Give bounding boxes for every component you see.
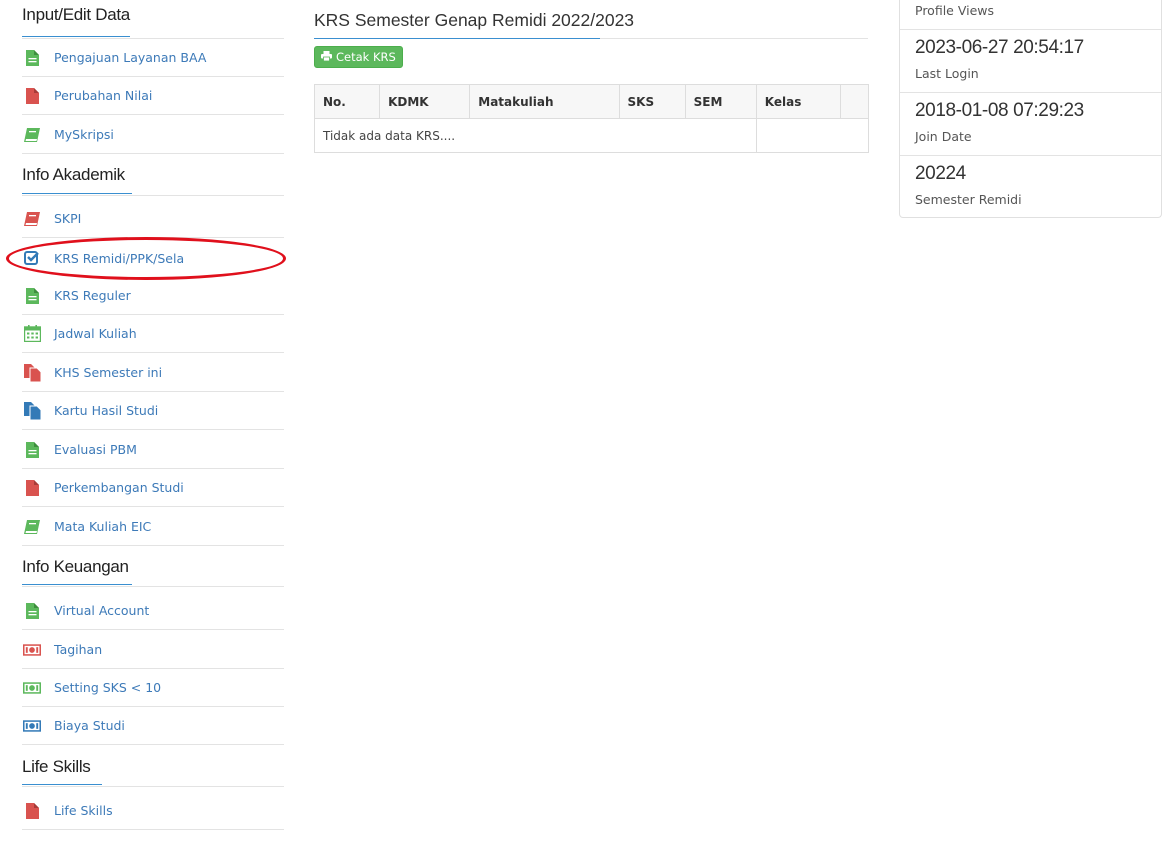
stats-panel: Profile Views 2023-06-27 20:54:17 Last L… (899, 0, 1162, 218)
stat-value: 20224 (915, 163, 966, 184)
money-icon (23, 717, 41, 735)
book-icon (23, 518, 41, 536)
table-cell (756, 119, 868, 153)
print-button-label: Cetak KRS (336, 50, 396, 64)
sidebar-item-virtual-account[interactable]: Virtual Account (22, 592, 284, 630)
files-icon (23, 363, 41, 382)
sidebar-item-label: Life Skills (54, 803, 113, 818)
book-icon (23, 210, 41, 228)
sidebar-item-label: MySkripsi (54, 127, 114, 142)
section-rule (22, 784, 102, 785)
sidebar-item-label: SKPI (54, 211, 82, 226)
section-title-info-keuangan: Info Keuangan (22, 557, 129, 576)
money-icon (23, 641, 41, 659)
stat-label: Last Login (915, 66, 979, 81)
sidebar-item-label: Pengajuan Layanan BAA (54, 50, 207, 65)
print-krs-button[interactable]: Cetak KRS (314, 46, 403, 68)
column-header-sem: SEM (685, 84, 757, 119)
check-square-icon (23, 249, 41, 267)
sidebar-item-label: Kartu Hasil Studi (54, 403, 159, 418)
sidebar-item-perkembangan-studi[interactable]: Perkembangan Studi (22, 469, 284, 507)
sidebar-item-kartu-hasil-studi[interactable]: Kartu Hasil Studi (22, 392, 284, 430)
column-header-kdmk: KDMK (379, 84, 471, 119)
sidebar-item-label: KRS Remidi/PPK/Sela (54, 250, 185, 266)
sidebar-item-skpi[interactable]: SKPI (22, 200, 284, 238)
section-title-input-edit-data: Input/Edit Data (22, 5, 130, 24)
sidebar-item-myskripsi[interactable]: MySkripsi (22, 116, 284, 154)
sidebar-item-label: Virtual Account (54, 603, 150, 618)
section-rule (22, 193, 132, 194)
file-icon (23, 602, 41, 620)
empty-message: Tidak ada data KRS.... (314, 118, 757, 153)
column-header-sks: SKS (619, 84, 686, 119)
sidebar-item-label: Tagihan (54, 642, 103, 657)
column-header-no: No. (314, 84, 381, 119)
files-icon (23, 401, 41, 420)
table-row: Tidak ada data KRS.... (314, 118, 869, 153)
file-icon (23, 802, 41, 820)
sidebar-item-label: Jadwal Kuliah (54, 326, 137, 341)
stat-profile-views: Profile Views (900, 0, 1161, 30)
stat-value: 2018-01-08 07:29:23 (915, 100, 1084, 121)
sidebar-item-evaluasi-pbm[interactable]: Evaluasi PBM (22, 431, 284, 469)
sidebar-item-biaya-studi[interactable]: Biaya Studi (22, 707, 284, 745)
table-header-row: No. KDMK Matakuliah SKS SEM Kelas (314, 84, 869, 119)
section-title-info-akademik: Info Akademik (22, 165, 125, 184)
money-icon (23, 679, 41, 697)
sidebar-item-khs-semester-ini[interactable]: KHS Semester ini (22, 354, 284, 392)
section-rule (22, 36, 130, 37)
sidebar-item-mata-kuliah-eic[interactable]: Mata Kuliah EIC (22, 508, 284, 546)
sidebar-item-perubahan-nilai[interactable]: Perubahan Nilai (22, 77, 284, 115)
file-icon (23, 87, 41, 105)
file-icon (23, 287, 41, 305)
stat-label: Profile Views (915, 3, 995, 18)
section-divider (22, 195, 284, 196)
sidebar-item-setting-sks[interactable]: Setting SKS < 10 (22, 669, 284, 707)
sidebar-item-pengajuan-layanan-baa[interactable]: Pengajuan Layanan BAA (22, 39, 284, 77)
sidebar-item-krs-reguler[interactable]: KRS Reguler (22, 277, 284, 315)
calendar-icon (23, 325, 41, 343)
column-header-matakuliah: Matakuliah (469, 84, 620, 119)
section-rule (22, 584, 132, 585)
stat-join-date: 2018-01-08 07:29:23 Join Date (900, 93, 1161, 156)
sidebar-item-label: Perubahan Nilai (54, 88, 153, 103)
section-divider (22, 586, 284, 587)
stat-label: Join Date (915, 129, 972, 144)
file-icon (23, 49, 41, 67)
sidebar-item-life-skills[interactable]: Life Skills (22, 792, 284, 830)
sidebar-item-label: Setting SKS < 10 (54, 680, 162, 695)
page-title: KRS Semester Genap Remidi 2022/2023 (314, 10, 635, 30)
file-icon (23, 479, 41, 497)
sidebar-item-label: KRS Reguler (54, 288, 131, 303)
sidebar-item-label: KHS Semester ini (54, 365, 163, 380)
column-header-kelas: Kelas (756, 84, 841, 119)
sidebar-item-label: Perkembangan Studi (54, 480, 184, 495)
section-divider (22, 786, 284, 787)
sidebar-item-tagihan[interactable]: Tagihan (22, 631, 284, 669)
print-icon (321, 50, 332, 64)
title-rule (314, 38, 600, 39)
sidebar-item-label: Mata Kuliah EIC (54, 519, 152, 534)
title-divider (600, 38, 868, 39)
sidebar-item-krs-remidi-ppk-sela[interactable]: KRS Remidi/PPK/Sela (22, 239, 284, 277)
book-icon (23, 126, 41, 144)
stat-semester-remidi: 20224 Semester Remidi (900, 156, 1161, 218)
krs-table: No. KDMK Matakuliah SKS SEM Kelas Tidak … (314, 84, 869, 153)
sidebar-item-label: Biaya Studi (54, 718, 125, 733)
stat-value: 2023-06-27 20:54:17 (915, 37, 1084, 58)
file-icon (23, 441, 41, 459)
stat-last-login: 2023-06-27 20:54:17 Last Login (900, 30, 1161, 93)
stat-label: Semester Remidi (915, 192, 1022, 207)
section-title-life-skills: Life Skills (22, 757, 91, 776)
column-header-blank (840, 84, 869, 119)
sidebar-item-jadwal-kuliah[interactable]: Jadwal Kuliah (22, 315, 284, 353)
sidebar-item-label: Evaluasi PBM (54, 442, 137, 457)
